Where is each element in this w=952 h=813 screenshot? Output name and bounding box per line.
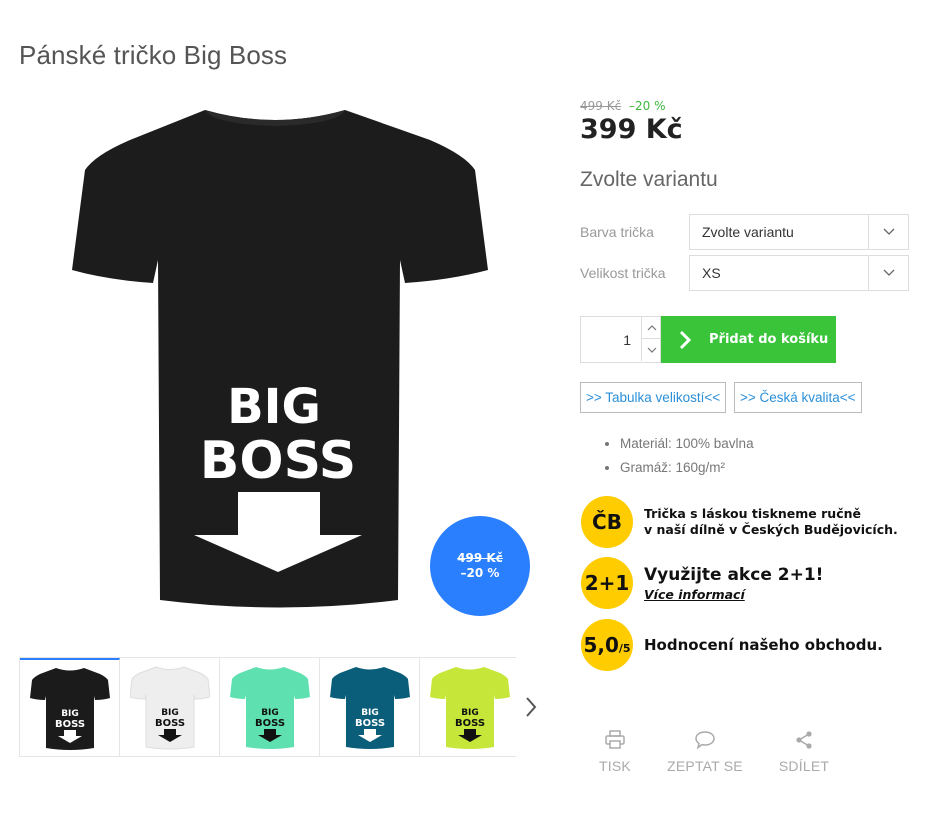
thumbnail-mint[interactable]: BIG BOSS [220,658,320,756]
svg-text:BOSS: BOSS [54,719,84,730]
chevron-down-icon [868,256,908,290]
add-to-cart-button[interactable]: Přidat do košíku [661,316,836,363]
color-select[interactable]: Zvolte variantu [689,214,909,250]
chevron-right-icon [661,330,709,350]
czech-quality-link[interactable]: >> Česká kvalita<< [734,382,862,413]
deal-title: Využijte akce 2+1! [644,564,824,585]
size-select[interactable]: XS [689,255,909,291]
variant-heading: Zvolte variantu [580,168,718,191]
promo-rating: 5,0/5 Hodnocení našeho obchodu. [581,619,883,671]
svg-text:BIG: BIG [61,709,79,719]
print-text-boss: BOSS [200,431,356,491]
svg-text:BIG: BIG [261,708,279,718]
badge-discount: –20 % [460,566,500,580]
ask-label: ZEPTAT SE [667,758,743,774]
size-label: Velikost trička [580,265,666,281]
product-main-image[interactable]: BIG BOSS [60,100,500,620]
svg-text:BOSS: BOSS [354,718,384,729]
current-price: 399 Kč [580,114,683,145]
thumbnail-white[interactable]: BIG BOSS [120,658,220,756]
svg-text:BIG: BIG [361,708,379,718]
chevron-up-icon [647,324,656,330]
cb-badge: ČB [581,496,633,548]
tshirt-image: BIG BOSS [72,110,488,608]
add-to-cart-label: Přidat do košíku [709,332,829,347]
speech-bubble-icon [695,731,715,750]
rating-badge: 5,0/5 [581,619,633,671]
share-icon [796,731,812,749]
feature-list: Materiál: 100% bavlna Gramáž: 160g/m² [604,432,754,480]
color-label: Barva trička [580,224,654,240]
price-old-row: 499 Kč –20 % [580,99,666,113]
share-action[interactable]: SDÍLET [776,730,832,774]
chevron-down-icon [868,215,908,249]
thumbnail-tshirt: BIG BOSS [429,667,510,749]
chevron-down-icon [647,347,656,353]
discount-badge: 499 Kč –20 % [430,516,530,616]
share-label: SDÍLET [778,758,830,774]
rating-suffix: /5 [618,642,631,655]
thumbnail-next-button[interactable] [516,657,546,757]
feature-material: Materiál: 100% bavlna [620,432,754,456]
quantity-decrease-button[interactable] [641,339,661,361]
chevron-right-icon [526,697,537,717]
cb-text-line1: Trička s láskou tiskneme ručně [644,506,861,521]
thumbnail-black[interactable]: BIG BOSS [20,658,120,756]
thumbnail-tshirt: BIG BOSS [29,668,110,750]
thumbnail-petrol[interactable]: BIG BOSS [320,658,420,756]
quantity-stepper [580,316,661,363]
promo-handmade: ČB Trička s láskou tiskneme ručně v naší… [581,496,898,548]
printer-icon [605,730,625,749]
print-text-big: BIG [227,379,321,435]
svg-text:BIG: BIG [461,708,479,718]
svg-text:BIG: BIG [161,708,179,718]
size-table-link[interactable]: >> Tabulka velikostí<< [580,382,727,413]
quantity-input[interactable] [581,317,639,362]
thumbnail-tshirt: BIG BOSS [329,667,410,749]
print-action[interactable]: TISK [592,730,638,774]
svg-text:BOSS: BOSS [154,718,184,729]
print-label: TISK [599,758,631,774]
deal-badge: 2+1 [581,557,633,609]
quantity-increase-button[interactable] [641,317,661,339]
feature-weight: Gramáž: 160g/m² [620,456,754,480]
thumbnail-lime[interactable]: BIG BOSS [420,658,520,756]
cb-text-line2: v naší dílně v Českých Budějovicích. [644,522,898,537]
svg-text:BOSS: BOSS [254,718,284,729]
size-select-value: XS [702,265,721,281]
discount-percent: –20 % [629,99,666,113]
promo-deal: 2+1 Využijte akce 2+1! Více informací [581,557,823,609]
svg-text:BOSS: BOSS [454,718,484,729]
deal-more-info-link[interactable]: Více informací [644,587,823,602]
thumbnail-tshirt: BIG BOSS [229,667,310,749]
thumbnail-tshirt: BIG BOSS [129,666,210,750]
thumbnail-strip: BIG BOSS BIG BOSS BIG BOSS BIG BOSS BIG … [19,657,540,757]
page-title: Pánské tričko Big Boss [19,40,288,70]
color-select-value: Zvolte variantu [702,224,794,240]
old-price: 499 Kč [580,99,622,113]
rating-text: Hodnocení našeho obchodu. [644,636,883,654]
ask-action[interactable]: ZEPTAT SE [666,730,744,774]
badge-old-price: 499 Kč [457,551,503,565]
rating-value: 5,0 [583,633,619,657]
